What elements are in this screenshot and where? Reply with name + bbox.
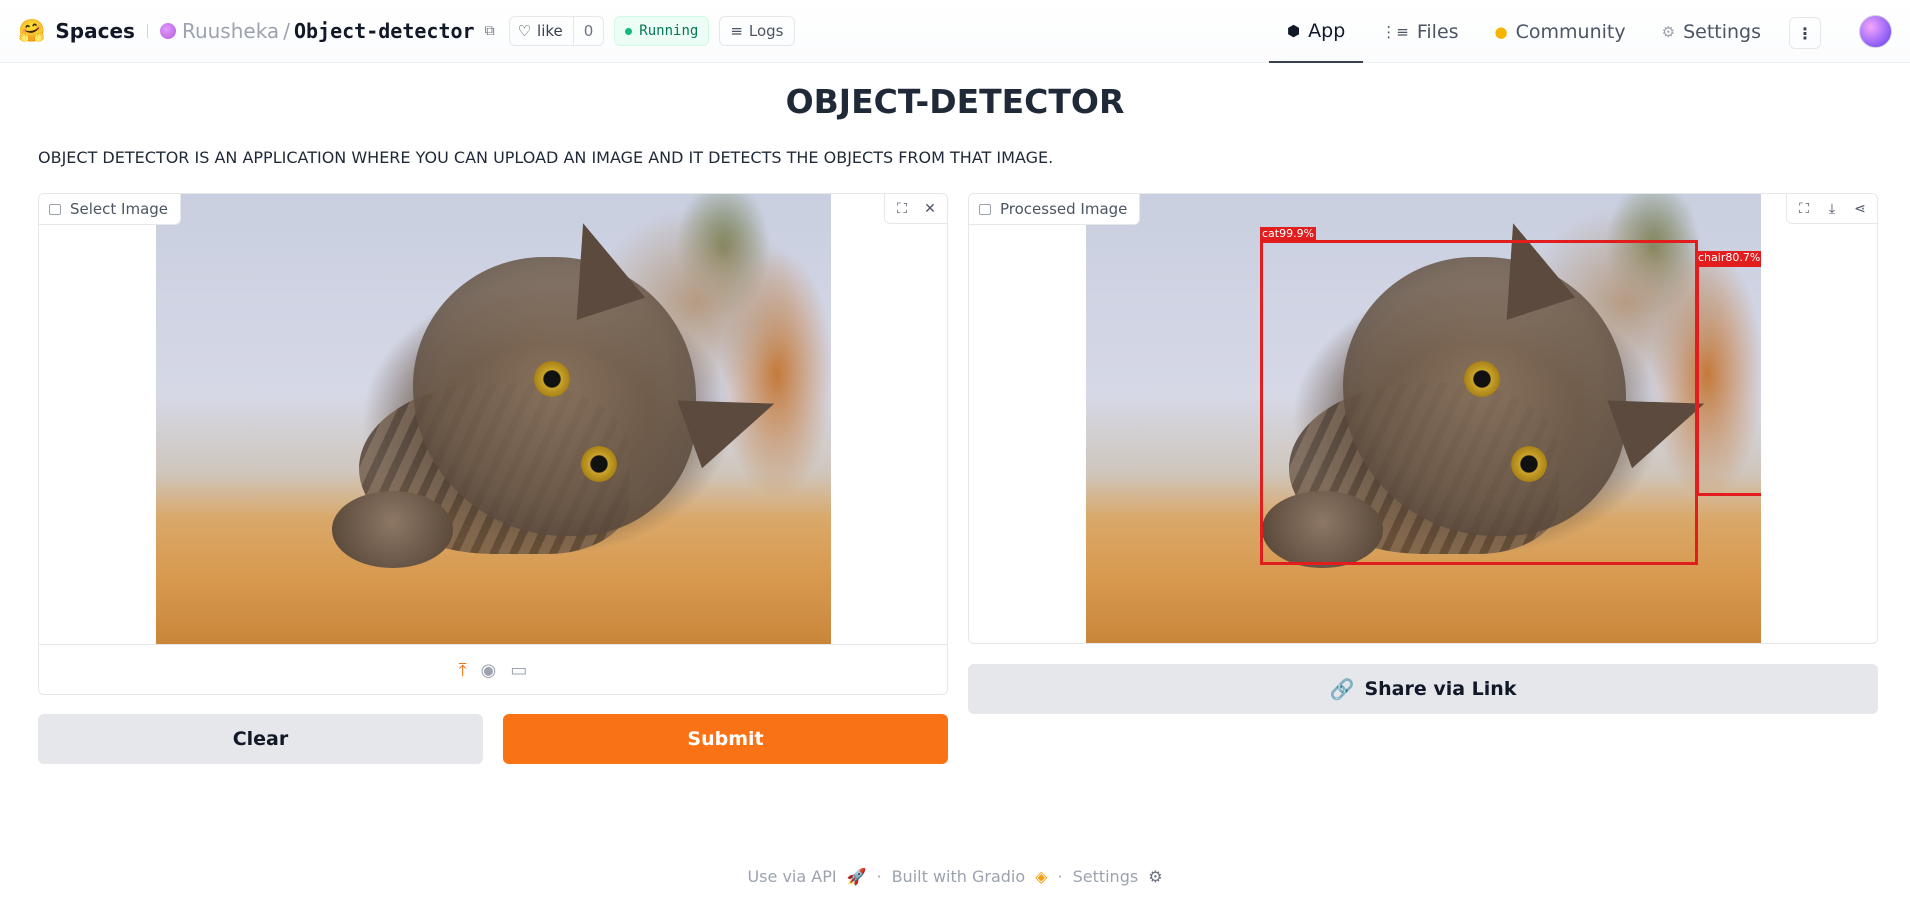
breadcrumb-separator: / bbox=[283, 19, 290, 43]
detection-label-cat: cat99.9% bbox=[1260, 227, 1317, 241]
status-badge[interactable]: Running bbox=[614, 16, 710, 46]
webcam-icon[interactable]: ◉ bbox=[481, 660, 497, 681]
image-source-row: ⤒ ◉ ▭ bbox=[39, 644, 947, 694]
like-label: like bbox=[537, 22, 563, 40]
logs-icon: ≡ bbox=[730, 22, 743, 40]
use-via-api-link[interactable]: Use via API bbox=[747, 867, 836, 886]
processed-image: cat99.9% chair80.7% bbox=[1086, 194, 1761, 643]
input-image[interactable] bbox=[156, 194, 831, 644]
tab-settings-label: Settings bbox=[1683, 20, 1761, 43]
status-label: Running bbox=[639, 23, 699, 39]
tab-app[interactable]: ⬢ App bbox=[1269, 0, 1364, 63]
page-title: OBJECT-DETECTOR bbox=[785, 82, 1125, 121]
share-via-link-label: Share via Link bbox=[1364, 678, 1517, 700]
detection-label-chair: chair80.7% bbox=[1696, 251, 1761, 265]
user-avatar[interactable] bbox=[1859, 15, 1892, 48]
output-image-toolbar: ⛶ ⤓ ⋖ bbox=[1786, 194, 1877, 224]
cat-photo bbox=[156, 194, 831, 644]
footer-dot: · bbox=[876, 867, 882, 886]
close-icon[interactable]: ✕ bbox=[917, 197, 943, 221]
top-bar: 🤗 Spaces Ruusheka / Object-detector ⧉ ♡ l… bbox=[0, 0, 1910, 63]
image-icon bbox=[979, 203, 991, 215]
page-description: OBJECT DETECTOR IS AN APPLICATION WHERE … bbox=[38, 148, 1054, 167]
upload-icon[interactable]: ⤒ bbox=[459, 660, 467, 681]
gradio-logo-icon: ◈ bbox=[1035, 867, 1048, 886]
logs-button[interactable]: ≡ Logs bbox=[719, 16, 795, 46]
tab-community[interactable]: ● Community bbox=[1477, 0, 1644, 63]
tab-files-label: Files bbox=[1416, 20, 1459, 43]
image-icon bbox=[49, 203, 61, 215]
built-with-gradio-link[interactable]: Built with Gradio bbox=[892, 867, 1026, 886]
share-icon[interactable]: ⋖ bbox=[1847, 197, 1873, 221]
tab-files[interactable]: ⋮≡ Files bbox=[1363, 0, 1476, 63]
like-count[interactable]: 0 bbox=[572, 17, 604, 45]
clear-button[interactable]: Clear bbox=[38, 714, 483, 764]
owner-avatar bbox=[159, 23, 176, 39]
like-button[interactable]: ♡ like 0 bbox=[508, 16, 605, 46]
owner-link[interactable]: Ruusheka bbox=[182, 19, 279, 43]
tab-community-label: Community bbox=[1515, 20, 1626, 43]
select-image-label: Select Image bbox=[39, 194, 182, 225]
gear-icon: ⚙ bbox=[1148, 867, 1163, 886]
copy-icon[interactable]: ⧉ bbox=[485, 23, 495, 39]
processed-image-label: Processed Image bbox=[969, 194, 1141, 225]
status-dot-icon bbox=[625, 27, 633, 35]
top-bar-left: 🤗 Spaces Ruusheka / Object-detector ⧉ ♡ l… bbox=[18, 14, 795, 48]
more-options-button[interactable]: ⋮ bbox=[1789, 17, 1821, 49]
clipboard-icon[interactable]: ▭ bbox=[510, 660, 527, 681]
fullscreen-icon[interactable]: ⛶ bbox=[1791, 197, 1817, 221]
processed-image-label-text: Processed Image bbox=[1000, 200, 1128, 218]
footer-dot: · bbox=[1057, 867, 1063, 886]
footer: Use via API 🚀 · Built with Gradio ◈ · Se… bbox=[0, 867, 1910, 886]
detection-box-cat: cat99.9% bbox=[1260, 227, 1698, 565]
divider bbox=[146, 24, 148, 38]
submit-button[interactable]: Submit bbox=[503, 714, 948, 764]
fullscreen-icon[interactable]: ⛶ bbox=[889, 197, 915, 221]
processed-image-panel: Processed Image ⛶ ⤓ ⋖ cat99.9% chair80.7… bbox=[968, 193, 1878, 644]
rocket-icon: 🚀 bbox=[846, 867, 867, 886]
heart-icon: ♡ bbox=[517, 22, 532, 40]
select-image-label-text: Select Image bbox=[70, 200, 169, 218]
logs-label: Logs bbox=[748, 22, 784, 40]
community-icon: ● bbox=[1494, 22, 1508, 41]
tab-app-label: App bbox=[1308, 19, 1346, 42]
share-via-link-button[interactable]: 🔗 Share via Link bbox=[968, 664, 1878, 714]
spaces-link[interactable]: Spaces bbox=[55, 19, 135, 43]
footer-settings-link[interactable]: Settings bbox=[1073, 867, 1139, 886]
repo-link[interactable]: Object-detector bbox=[294, 19, 475, 43]
gear-icon: ⚙ bbox=[1661, 22, 1676, 41]
hugging-face-logo-icon[interactable]: 🤗 bbox=[18, 19, 45, 44]
link-icon: 🔗 bbox=[1329, 677, 1355, 701]
top-bar-right: ⬢ App ⋮≡ Files ● Community ⚙ Settings ⋮ bbox=[1269, 0, 1910, 63]
tab-settings[interactable]: ⚙ Settings bbox=[1644, 0, 1779, 63]
input-image-toolbar: ⛶ ✕ bbox=[884, 194, 947, 224]
files-icon: ⋮≡ bbox=[1381, 22, 1409, 41]
download-icon[interactable]: ⤓ bbox=[1819, 197, 1845, 221]
select-image-panel: Select Image ⛶ ✕ ⤒ ◉ ▭ bbox=[38, 193, 948, 695]
cube-icon: ⬢ bbox=[1287, 21, 1301, 40]
detection-box-chair: chair80.7% bbox=[1696, 251, 1761, 496]
